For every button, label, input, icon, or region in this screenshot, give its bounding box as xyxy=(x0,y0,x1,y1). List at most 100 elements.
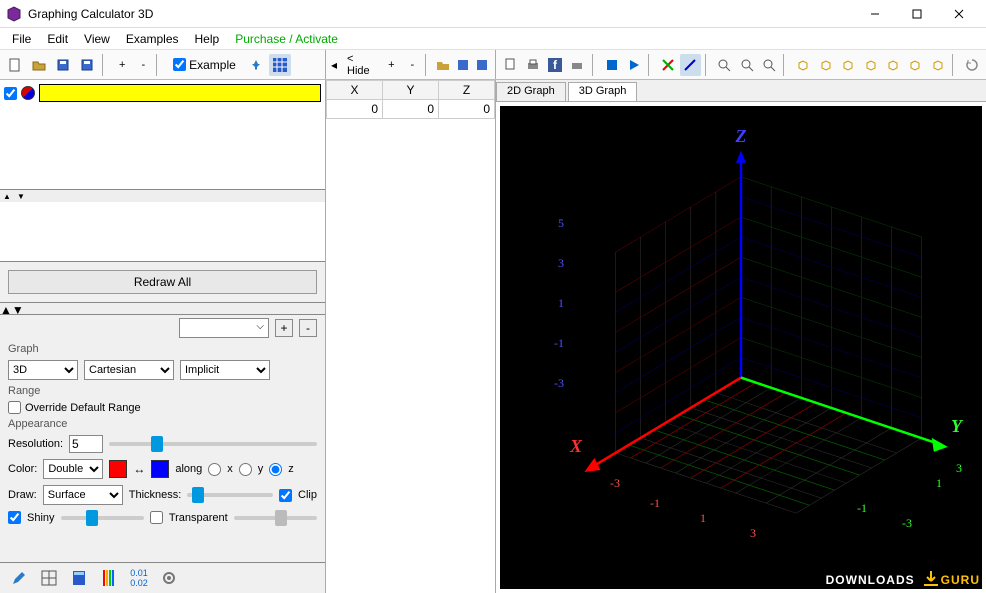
rainbow-icon[interactable] xyxy=(98,567,120,589)
example-toggle[interactable]: Example xyxy=(166,54,243,76)
menu-edit[interactable]: Edit xyxy=(39,30,76,48)
print2-button[interactable] xyxy=(567,54,587,76)
col-x-header[interactable]: X xyxy=(327,81,383,100)
cube-1-button[interactable] xyxy=(793,54,813,76)
share-fb-button[interactable]: f xyxy=(545,54,565,76)
col-z-header[interactable]: Z xyxy=(439,81,495,100)
expression-input[interactable] xyxy=(39,84,321,102)
collapse-handle[interactable]: ◂ xyxy=(330,54,338,76)
scroll-up-icon[interactable]: ▲ xyxy=(0,303,12,314)
draw-mode-select[interactable]: Surface xyxy=(43,485,123,505)
expr-enable-checkbox[interactable] xyxy=(4,87,17,100)
play-button[interactable] xyxy=(624,54,644,76)
cube-6-button[interactable] xyxy=(905,54,925,76)
saveas-button[interactable] xyxy=(76,54,98,76)
axis-x-radio[interactable] xyxy=(208,463,221,476)
override-range-label: Override Default Range xyxy=(25,402,141,414)
copy-view-button[interactable] xyxy=(500,54,520,76)
close-button[interactable] xyxy=(938,0,980,28)
remove-expr-button[interactable]: - xyxy=(134,54,152,76)
clip-label: Clip xyxy=(298,489,317,501)
gear-icon[interactable] xyxy=(158,567,180,589)
save-button[interactable] xyxy=(52,54,74,76)
export-data-button[interactable] xyxy=(473,54,491,76)
maximize-button[interactable] xyxy=(896,0,938,28)
tab-3d[interactable]: 3D Graph xyxy=(568,82,638,101)
scroll-up-icon[interactable]: ▲ xyxy=(0,190,14,202)
clip-checkbox[interactable] xyxy=(279,489,292,502)
example-label: Example xyxy=(189,58,236,72)
thickness-slider[interactable] xyxy=(187,493,273,497)
cube-5-button[interactable] xyxy=(883,54,903,76)
calc-icon[interactable] xyxy=(68,567,90,589)
color-2-swatch[interactable] xyxy=(151,460,169,478)
col-y-header[interactable]: Y xyxy=(383,81,439,100)
shiny-slider[interactable] xyxy=(61,516,144,520)
grid-icon[interactable] xyxy=(38,567,60,589)
tab-2d[interactable]: 2D Graph xyxy=(496,82,566,101)
table-row[interactable]: 0 0 0 xyxy=(327,100,495,119)
line-button[interactable] xyxy=(680,54,700,76)
expr-color-icon[interactable] xyxy=(21,86,35,100)
grid-button[interactable] xyxy=(269,54,291,76)
preset-combo[interactable] xyxy=(179,318,269,338)
color-mode-select[interactable]: Double xyxy=(43,459,103,479)
cell-x[interactable]: 0 xyxy=(327,100,383,119)
zoom-fit-button[interactable] xyxy=(759,54,779,76)
color-1-swatch[interactable] xyxy=(109,460,127,478)
toolbar-right: f xyxy=(496,50,986,79)
axes-button[interactable] xyxy=(658,54,678,76)
resolution-slider[interactable] xyxy=(109,442,317,446)
transparent-slider[interactable] xyxy=(234,516,317,520)
shiny-checkbox[interactable] xyxy=(8,511,21,524)
cell-z[interactable]: 0 xyxy=(439,100,495,119)
minimize-button[interactable] xyxy=(854,0,896,28)
remove-col-button[interactable]: - xyxy=(404,54,422,76)
redraw-button[interactable]: Redraw All xyxy=(8,270,317,294)
graph-viewport[interactable]: Z X Y 5 3 1 -1 -3 -3 -1 1 3 -3 -1 1 3 xyxy=(500,106,982,589)
open-data-button[interactable] xyxy=(434,54,452,76)
x-axis-label: X xyxy=(570,436,582,457)
scroll-down-icon[interactable]: ▼ xyxy=(14,190,28,202)
axis-y-radio[interactable] xyxy=(239,463,252,476)
scroll-down-icon[interactable]: ▼ xyxy=(12,303,24,314)
print-button[interactable] xyxy=(522,54,542,76)
swap-icon[interactable]: ↔ xyxy=(133,462,145,476)
along-label: along xyxy=(175,463,202,475)
pencil-icon[interactable] xyxy=(8,567,30,589)
menu-file[interactable]: File xyxy=(4,30,39,48)
resolution-input[interactable] xyxy=(69,435,103,453)
stop-button[interactable] xyxy=(601,54,621,76)
add-col-button[interactable]: + xyxy=(381,54,401,76)
dimension-select[interactable]: 3D xyxy=(8,360,78,380)
cube-4-button[interactable] xyxy=(860,54,880,76)
panel-scroll: ▲ ▼ xyxy=(0,303,325,315)
open-button[interactable] xyxy=(28,54,50,76)
coord-select[interactable]: Cartesian xyxy=(84,360,174,380)
new-button[interactable] xyxy=(4,54,26,76)
add-expr-button[interactable]: + xyxy=(112,54,132,76)
pin-button[interactable] xyxy=(245,54,267,76)
menu-purchase[interactable]: Purchase / Activate xyxy=(227,30,346,48)
preset-remove-button[interactable]: - xyxy=(299,319,317,337)
menu-examples[interactable]: Examples xyxy=(118,30,187,48)
override-range-checkbox[interactable] xyxy=(8,401,21,414)
cube-2-button[interactable] xyxy=(816,54,836,76)
preset-add-button[interactable]: + xyxy=(275,319,293,337)
refresh-button[interactable] xyxy=(962,54,982,76)
example-checkbox[interactable] xyxy=(173,58,186,71)
menu-help[interactable]: Help xyxy=(187,30,228,48)
z-tick: -1 xyxy=(554,336,564,351)
hide-button[interactable]: < Hide xyxy=(340,54,379,76)
menu-view[interactable]: View xyxy=(76,30,118,48)
cube-3-button[interactable] xyxy=(838,54,858,76)
zoom-in-button[interactable] xyxy=(714,54,734,76)
zoom-out-button[interactable] xyxy=(737,54,757,76)
precision-icon[interactable]: 0.010.02 xyxy=(128,567,150,589)
mode-select[interactable]: Implicit xyxy=(180,360,270,380)
save-data-button[interactable] xyxy=(454,54,472,76)
cell-y[interactable]: 0 xyxy=(383,100,439,119)
axis-z-radio[interactable] xyxy=(269,463,282,476)
transparent-checkbox[interactable] xyxy=(150,511,163,524)
cube-7-button[interactable] xyxy=(928,54,948,76)
